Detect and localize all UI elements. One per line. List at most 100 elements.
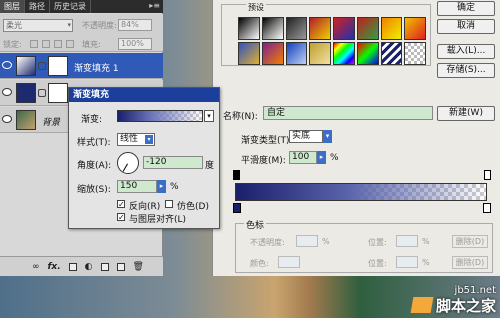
- delete-color-stop-button[interactable]: 删除(D): [452, 256, 488, 269]
- load-button[interactable]: 载入(L)...: [437, 44, 495, 59]
- visibility-eye-icon[interactable]: [2, 61, 12, 69]
- preset-swatch[interactable]: [333, 42, 355, 65]
- gradient-bar[interactable]: [235, 183, 487, 201]
- opacity-stop-left[interactable]: [233, 170, 240, 180]
- opacity-input[interactable]: 84%: [118, 19, 152, 31]
- add-mask-icon[interactable]: [68, 262, 77, 271]
- dither-checkbox[interactable]: [165, 200, 173, 208]
- dither-label: 仿色(D): [177, 202, 209, 212]
- preset-swatch[interactable]: [238, 42, 260, 65]
- blend-mode-value: 柔光: [6, 21, 22, 30]
- link-layers-icon[interactable]: ∞: [32, 262, 40, 272]
- preset-swatch[interactable]: [238, 17, 260, 40]
- preset-swatch[interactable]: [309, 17, 331, 40]
- lock-position-icon[interactable]: [54, 40, 62, 48]
- layers-bottom-toolbar: ∞ fx. ◐ 🗑: [0, 256, 163, 276]
- watermark-brand: 脚本之家: [435, 297, 496, 315]
- angle-dial[interactable]: [117, 152, 139, 174]
- chevron-right-icon[interactable]: ▸: [157, 180, 166, 193]
- layer-thumbnail: [16, 110, 36, 130]
- preset-swatch[interactable]: [285, 17, 308, 40]
- align-with-layer-checkbox[interactable]: ✓: [117, 213, 125, 222]
- group-folder-icon[interactable]: [100, 262, 109, 271]
- stop-color-swatch[interactable]: [278, 256, 300, 268]
- scale-input[interactable]: 150: [117, 180, 157, 193]
- chevron-down-icon: ▾: [67, 21, 71, 29]
- link-chain-icon: [38, 62, 46, 70]
- style-select[interactable]: 线性 ▾: [117, 133, 155, 146]
- adjustment-layer-icon[interactable]: ◐: [85, 262, 93, 272]
- lock-all-icon[interactable]: [66, 40, 74, 48]
- gradient-fill-dialog: 渐变填充 渐变: ▾ 样式(T): 线性 ▾ 角度(A): -120 度 缩放(S…: [68, 87, 220, 229]
- opacity-stop-right[interactable]: [484, 170, 491, 180]
- lock-image-icon[interactable]: [42, 40, 50, 48]
- stop-location-input[interactable]: [396, 235, 418, 247]
- preset-swatch[interactable]: [309, 42, 331, 65]
- new-layer-icon[interactable]: [116, 262, 125, 271]
- cancel-button[interactable]: 取消: [437, 19, 495, 34]
- layer-row-gradient-fill[interactable]: 渐变填充 1: [0, 53, 163, 79]
- preset-swatch[interactable]: [404, 17, 426, 40]
- layer-thumbnail: [16, 83, 36, 103]
- chevron-right-icon[interactable]: ▸: [317, 151, 326, 164]
- stop-opacity-label: 不透明度:: [250, 238, 285, 247]
- stop-opacity-unit: %: [322, 237, 330, 246]
- preset-swatch[interactable]: [356, 42, 379, 65]
- preset-swatch[interactable]: [261, 17, 284, 40]
- fx-button[interactable]: fx.: [48, 262, 61, 272]
- layer-mask-thumbnail: [48, 56, 68, 76]
- layer-name: 背景: [42, 118, 61, 128]
- new-button[interactable]: 新建(W): [437, 106, 495, 121]
- preset-swatch[interactable]: [380, 17, 403, 40]
- color-stop-right[interactable]: [483, 203, 491, 213]
- smoothness-input[interactable]: 100: [289, 151, 317, 164]
- preset-swatch[interactable]: [356, 17, 379, 40]
- stop-location-label: 位置:: [368, 238, 387, 247]
- tab-history[interactable]: 历史记录: [50, 0, 91, 13]
- blend-mode-select[interactable]: 柔光 ▾: [3, 19, 73, 32]
- angle-unit: 度: [205, 161, 215, 171]
- stop-location-unit: %: [422, 237, 430, 246]
- angle-input[interactable]: -120: [143, 156, 203, 169]
- preset-swatches: [238, 17, 426, 65]
- stop-location2-unit: %: [422, 258, 430, 267]
- tab-layers[interactable]: 图层: [0, 0, 25, 13]
- preset-swatch[interactable]: [285, 42, 308, 65]
- reverse-checkbox[interactable]: ✓: [117, 200, 125, 209]
- preset-swatch[interactable]: [333, 17, 355, 40]
- name-label: 名称(N):: [223, 112, 258, 122]
- chevron-down-icon: ▾: [145, 135, 153, 144]
- smoothness-label: 平滑度(M):: [241, 156, 286, 166]
- ok-button[interactable]: 确定: [437, 1, 495, 16]
- lock-transparent-icon[interactable]: [30, 40, 38, 48]
- lock-row: 锁定: 填充: 100%: [0, 36, 163, 52]
- preset-swatch[interactable]: [380, 42, 403, 65]
- fill-input[interactable]: 100%: [118, 38, 152, 50]
- delete-opacity-stop-button[interactable]: 删除(D): [452, 235, 488, 248]
- save-button[interactable]: 存储(S)...: [437, 63, 495, 78]
- gradient-type-select[interactable]: 实底: [289, 130, 323, 143]
- lock-label: 锁定:: [3, 40, 22, 49]
- chevron-down-icon[interactable]: ▾: [323, 130, 332, 143]
- dialog-title: 渐变填充: [69, 88, 219, 102]
- angle-label: 角度(A):: [77, 161, 112, 171]
- opacity-label: 不透明度:: [82, 21, 117, 30]
- visibility-eye-icon[interactable]: [2, 115, 12, 123]
- align-with-layer-label: 与图层对齐(L): [129, 215, 187, 225]
- name-input[interactable]: 自定: [263, 106, 433, 120]
- chevron-down-icon[interactable]: ▾: [204, 110, 214, 122]
- presets-label: 预设: [246, 2, 266, 13]
- smoothness-unit: %: [330, 153, 339, 163]
- trash-icon[interactable]: 🗑: [133, 262, 144, 272]
- tab-paths[interactable]: 路径: [25, 0, 50, 13]
- gradient-preview-swatch[interactable]: [117, 110, 203, 122]
- stop-location2-input[interactable]: [396, 256, 418, 268]
- preset-swatch[interactable]: [261, 42, 284, 65]
- panel-menu-icon[interactable]: ▸≡: [149, 1, 160, 10]
- stop-location2-label: 位置:: [368, 259, 387, 268]
- stop-opacity-input[interactable]: [296, 235, 318, 247]
- color-stop-left[interactable]: [233, 203, 241, 213]
- preset-swatch[interactable]: [404, 42, 426, 65]
- visibility-eye-icon[interactable]: [2, 88, 12, 96]
- angle-needle: [122, 163, 128, 172]
